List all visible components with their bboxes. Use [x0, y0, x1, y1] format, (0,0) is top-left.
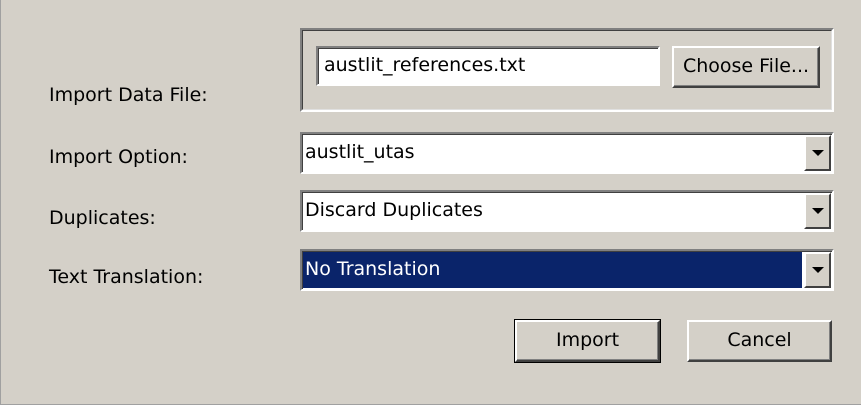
duplicates-dropdown[interactable]: Discard Duplicates: [300, 190, 834, 232]
import-dialog: Import Data File: austlit_references.txt…: [0, 0, 861, 405]
text-translation-label: Text Translation:: [49, 266, 204, 288]
import-option-label: Import Option:: [49, 146, 188, 168]
text-translation-value: No Translation: [303, 252, 802, 288]
import-data-file-label: Import Data File:: [49, 84, 208, 106]
import-option-value: austlit_utas: [305, 141, 415, 163]
file-selector-group: austlit_references.txt Choose File...: [300, 28, 834, 112]
cancel-button[interactable]: Cancel: [687, 320, 832, 362]
import-file-path-field[interactable]: austlit_references.txt: [316, 46, 660, 86]
chevron-down-icon[interactable]: [804, 193, 831, 229]
duplicates-label: Duplicates:: [49, 207, 156, 229]
duplicates-value: Discard Duplicates: [305, 199, 483, 221]
import-option-dropdown[interactable]: austlit_utas: [300, 132, 834, 174]
chevron-down-icon[interactable]: [804, 252, 831, 288]
text-translation-dropdown[interactable]: No Translation: [300, 249, 834, 291]
chevron-down-icon[interactable]: [804, 135, 831, 171]
choose-file-button[interactable]: Choose File...: [672, 46, 820, 88]
import-button[interactable]: Import: [514, 319, 661, 363]
